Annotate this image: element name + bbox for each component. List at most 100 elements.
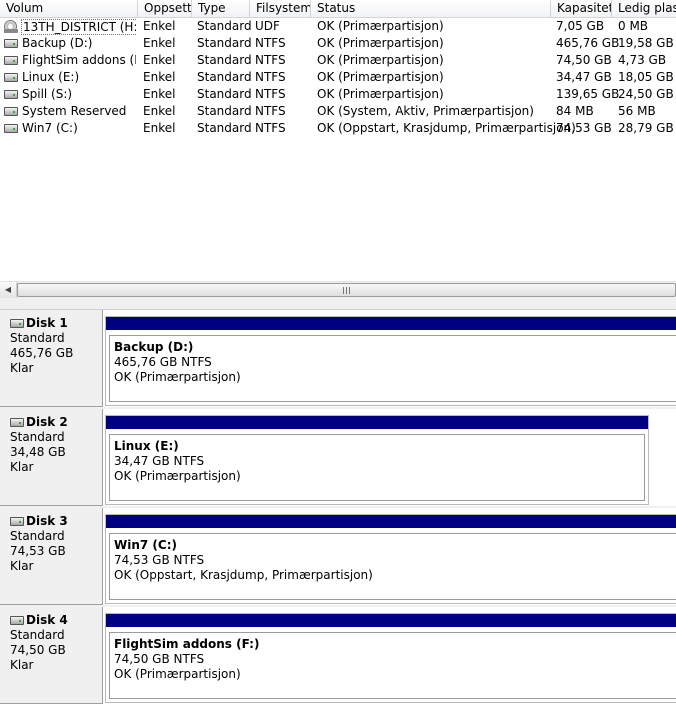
disk-icon [10,418,24,427]
table-row[interactable]: 13TH_DISTRICT (H:) Enkel Standard UDF OK… [0,18,676,35]
partition-size-fs: 34,47 GB NTFS [114,454,205,468]
partition-size-fs: 74,53 GB NTFS [114,553,205,567]
column-header-kapasitet[interactable]: Kapasitet [551,0,612,17]
volume-name: System Reserved [22,104,127,118]
disk-label[interactable]: Disk 1 Standard 465,76 GB Klar [0,310,103,407]
partition-box[interactable]: Backup (D:) 465,76 GB NTFS OK (Primærpar… [109,335,676,402]
status-cell: OK (Oppstart, Krasjdump, Primærpartisjon… [317,121,576,135]
volume-name: FlightSim addons (F:) [22,53,136,67]
table-row[interactable]: Spill (S:) Enkel Standard NTFS OK (Primæ… [0,86,676,103]
oppsett-cell: Enkel [143,87,176,101]
table-row[interactable]: Backup (D:) Enkel Standard NTFS OK (Prim… [0,35,676,52]
disk-type: Standard [10,628,65,642]
status-cell: OK (Primærpartisjon) [317,19,444,33]
ledig-plass-cell: 28,79 GB [618,121,674,135]
table-row[interactable]: Win7 (C:) Enkel Standard NTFS OK (Oppsta… [0,120,676,137]
drive-icon [4,73,18,82]
oppsett-cell: Enkel [143,53,176,67]
ledig-plass-cell: 4,73 GB [618,53,667,67]
partition-area: FlightSim addons (F:) 74,50 GB NTFS OK (… [105,613,676,703]
ledig-plass-cell: 56 MB [618,104,656,118]
volume-cell: System Reserved [4,103,136,120]
disk-type: Standard [10,529,65,543]
filsystem-cell: NTFS [255,53,286,67]
column-header-type[interactable]: Type [192,0,250,17]
disk-icon [10,616,24,625]
table-row[interactable]: Linux (E:) Enkel Standard NTFS OK (Primæ… [0,69,676,86]
disk-row: Disk 4 Standard 74,50 GB Klar FlightSim … [0,607,676,704]
oppsett-cell: Enkel [143,70,176,84]
status-cell: OK (Primærpartisjon) [317,70,444,84]
partition-box[interactable]: Win7 (C:) 74,53 GB NTFS OK (Oppstart, Kr… [109,533,676,600]
drive-icon [4,39,18,48]
scroll-left-arrow-icon[interactable]: ◀ [0,282,17,298]
disk-size: 74,53 GB [10,544,66,558]
disk-row: Disk 2 Standard 34,48 GB Klar Linux (E:)… [0,409,676,506]
volume-name: Win7 (C:) [22,121,78,135]
drive-icon [4,56,18,65]
volume-list: Volum Oppsett Type Filsystem Status Kapa… [0,0,676,298]
disk-state: Klar [10,658,34,672]
column-header-oppsett[interactable]: Oppsett [138,0,192,17]
oppsett-cell: Enkel [143,19,176,33]
filsystem-cell: NTFS [255,70,286,84]
disk-label[interactable]: Disk 3 Standard 74,53 GB Klar [0,508,103,605]
partition-name: Win7 (C:) [114,538,177,552]
partition-status: OK (Oppstart, Krasjdump, Primærpartisjon… [114,568,373,582]
column-header-volum[interactable]: Volum [0,0,138,17]
status-cell: OK (Primærpartisjon) [317,53,444,67]
partition-box[interactable]: Linux (E:) 34,47 GB NTFS OK (Primærparti… [109,434,645,501]
kapasitet-cell: 7,05 GB [556,19,605,33]
volume-list-body: 13TH_DISTRICT (H:) Enkel Standard UDF OK… [0,18,676,137]
type-cell: Standard [197,70,252,84]
disk-size: 34,48 GB [10,445,66,459]
type-cell: Standard [197,36,252,50]
scrollbar-thumb[interactable] [17,283,676,297]
column-header-status[interactable]: Status [311,0,551,17]
disk-state: Klar [10,361,34,375]
partition-bar [106,317,676,330]
disk-name: Disk 4 [26,613,68,627]
partition-bar [106,515,676,528]
column-header-ledig-plass[interactable]: Ledig plass [612,0,676,17]
disk-icon [10,517,24,526]
partition-bar [106,416,648,429]
pane-splitter[interactable] [0,298,676,310]
disk-label[interactable]: Disk 4 Standard 74,50 GB Klar [0,607,103,704]
partition-area: Linux (E:) 34,47 GB NTFS OK (Primærparti… [105,415,649,505]
oppsett-cell: Enkel [143,121,176,135]
cd-drive-icon [4,20,18,33]
type-cell: Standard [197,19,252,33]
drive-icon [4,107,18,116]
disk-title: Disk 4 [10,613,102,628]
partition-size-fs: 465,76 GB NTFS [114,355,212,369]
filsystem-cell: NTFS [255,87,286,101]
disk-icon [10,319,24,328]
disk-label[interactable]: Disk 2 Standard 34,48 GB Klar [0,409,103,506]
volume-name: Linux (E:) [22,70,80,84]
volume-cell: Spill (S:) [4,86,136,103]
table-row[interactable]: FlightSim addons (F:) Enkel Standard NTF… [0,52,676,69]
volume-name: Backup (D:) [22,36,93,50]
volume-name: 13TH_DISTRICT (H:) [21,18,136,35]
table-row[interactable]: System Reserved Enkel Standard NTFS OK (… [0,103,676,120]
disk-title: Disk 2 [10,415,102,430]
disk-size: 465,76 GB [10,346,74,360]
column-header-filsystem[interactable]: Filsystem [250,0,311,17]
partition-bar [106,614,676,627]
type-cell: Standard [197,121,252,135]
partition-box[interactable]: FlightSim addons (F:) 74,50 GB NTFS OK (… [109,632,676,699]
horizontal-scrollbar[interactable]: ◀ [0,281,676,298]
disk-size: 74,50 GB [10,643,66,657]
ledig-plass-cell: 24,50 GB [618,87,674,101]
filsystem-cell: UDF [255,19,280,33]
filsystem-cell: NTFS [255,104,286,118]
volume-list-header: Volum Oppsett Type Filsystem Status Kapa… [0,0,676,18]
filsystem-cell: NTFS [255,36,286,50]
kapasitet-cell: 465,76 GB [556,36,620,50]
type-cell: Standard [197,87,252,101]
kapasitet-cell: 139,65 GB [556,87,620,101]
volume-cell: Linux (E:) [4,69,136,86]
filsystem-cell: NTFS [255,121,286,135]
volume-name: Spill (S:) [22,87,73,101]
